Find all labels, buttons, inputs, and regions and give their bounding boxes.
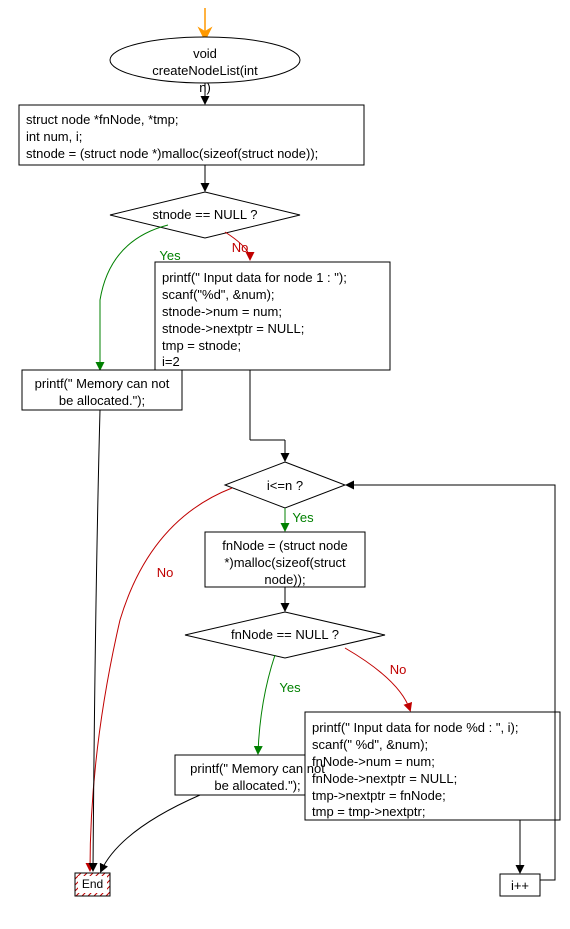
decision-cond1 — [110, 192, 300, 238]
edge-memfail2-end — [101, 795, 200, 871]
edge-memfail1-end — [93, 410, 100, 870]
edge-cond3-yes — [258, 655, 275, 753]
process-incr — [500, 874, 540, 896]
process-input2 — [305, 712, 560, 820]
edge-cond3-no — [345, 648, 410, 710]
flowchart-svg — [0, 0, 570, 929]
terminator-func — [110, 37, 300, 83]
process-decl — [19, 105, 364, 165]
decision-cond2 — [225, 462, 345, 508]
edge-incr-cond2 — [347, 485, 555, 880]
process-memfail1 — [22, 370, 182, 410]
process-input1 — [155, 262, 390, 370]
decision-cond3 — [185, 612, 385, 658]
edge-cond1-no — [225, 232, 250, 259]
process-alloc2 — [205, 532, 365, 587]
